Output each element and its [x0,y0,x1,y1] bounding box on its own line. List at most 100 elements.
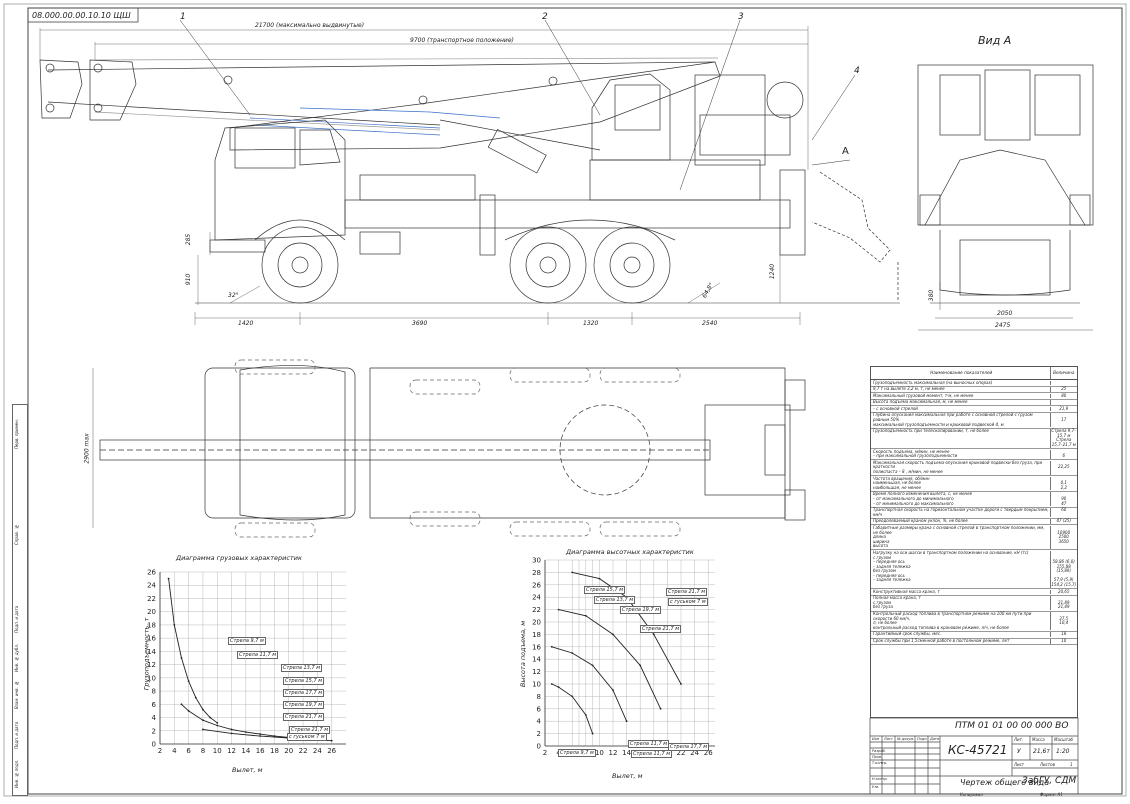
spec-value: 20,65 [1058,588,1070,594]
spec-name: Срок службы при 1,5сменной работе в пост… [871,638,1051,644]
y-tick-label: 4 [537,718,542,726]
mid-outrigger [479,194,496,256]
spec-row: Срок службы при 1,5сменной работе в пост… [871,638,1077,646]
chassis-frame [344,199,791,229]
tb-lit-hdr: Лит. [1014,737,1024,742]
dim-2475: 2475 [995,322,1011,329]
dim-2540: 2540 [702,320,718,327]
data-point [639,664,642,667]
stamp-inv-dubl: Инв. № дубл. [14,643,19,673]
dim-transport: 9700 (транспортное положение) [410,37,514,44]
height-chart-annotation-label: Стрела 13,7 м [594,596,635,604]
data-point [591,664,594,667]
dim-3690: 3690 [412,320,428,327]
data-point [187,680,190,683]
height-chart-annotation-label: Стрела 21,7 м [640,625,681,633]
load-chart-annotation-label: Стрела 9,7 м [228,637,266,645]
y-tick-label: 20 [532,619,541,627]
tb-doc-code: ПТМ 01 01 00 00 000 ВО [955,721,1069,731]
spec-name: – с основной стрелой [871,406,1051,412]
load-chart-annotation-label: Стрела 13,7 м [281,664,322,672]
spec-name: Грузоподъемность максимальная (на выносн… [871,380,1051,386]
data-point [259,733,262,735]
x-tick-label: 16 [256,747,265,755]
rear-outrigger [779,169,806,256]
dim-max-extended: 21700 (максимально выдвинутые) [255,22,365,29]
y-tick-label: 22 [532,606,541,614]
data-point [330,739,333,742]
spec-name: Гарантийный срок службы, мес. [871,632,1051,637]
y-tick-label: 28 [532,569,541,577]
stamp-podp-2: Подп. и дата [14,721,19,749]
data-point [230,732,233,735]
tb-lit: У [1017,748,1021,755]
data-point [180,657,183,659]
cylinder-body [487,128,547,174]
callout-2: 2 [542,12,548,22]
x-tick-label: 26 [327,747,336,755]
callout-3: 3 [738,12,744,22]
x-tick-label: 24 [313,747,322,755]
data-point [202,728,204,731]
spec-name: Максимальная скорость подъема-опускания … [871,460,1051,475]
y-tick-label: 16 [532,643,541,651]
height-chart-annotation-label: Стрела 11,7 м [628,740,669,748]
y-tick-label: 8 [152,688,156,696]
spec-value: 10900 2500 3650 [1057,529,1071,544]
tb-product: КС-45721 [948,743,1008,757]
dim-1420: 1420 [238,320,254,327]
data-point [652,633,655,636]
dim-1320: 1320 [583,320,599,327]
plan-cab [204,367,356,519]
y-tick-label: 6 [152,701,157,709]
rear-fender [504,219,676,241]
data-point [194,696,197,699]
series-line-1 [181,703,289,738]
specs-header-name: Наименование показателей [871,367,1051,379]
spec-row: Частота вращения, об/мин наименьшая, не … [871,476,1077,492]
spec-value: 21,89 21,49 [1058,599,1070,610]
dim-2050: 2050 [997,310,1013,317]
y-tick-label: 24 [532,594,541,602]
series-line-0 [168,578,218,724]
data-point [584,614,587,617]
battery-box [359,231,401,255]
spec-value: 0,1 2,2 [1060,480,1067,490]
spec-name: Контрольный расход топлива в транспортно… [871,611,1051,631]
tb-mass: 21,6т [1033,748,1050,755]
sheave-2 [45,103,55,113]
height-chart-xlabel: Вылет, м [612,772,643,780]
spec-row: Габаритные размеры крана с основной стре… [871,525,1077,551]
callout-1: 1 [180,12,186,22]
x-tick-label: 8 [201,747,205,755]
spec-value [1051,400,1077,405]
height-chart-ylabel: Высота подъема, м [519,620,528,688]
dim-h1240: 1240 [769,263,777,280]
data-point [571,695,574,698]
load-chart-annotation-label: с гуськом 7 м [287,733,327,741]
x-tick-label: 22 [299,747,308,755]
spec-row: Нагрузку на оси шасси в транспортном пол… [871,550,1077,590]
outrigger-swung [811,171,891,263]
tb-data: Дата [930,737,940,741]
y-tick-label: 20 [147,608,156,616]
height-chart-annotation-label: Стрела 19,7 м [620,606,661,614]
spec-value: 90 47 [1061,495,1067,506]
data-point [216,724,219,727]
spec-row: Полная масса крана, т с грузом без груза… [871,595,1077,612]
x-tick-label: 2 [543,749,547,757]
side-stamp-column: Перв. примен. Справ. № Подп. и дата Инв.… [12,404,28,796]
y-tick-label: 26 [532,581,541,589]
spec-name: Время полного изменения вылета, с, не ме… [871,492,1051,507]
data-point [625,720,628,723]
tb-sheets: 1 [1070,762,1073,767]
spec-row: Транспортная скорость на горизонтальном … [871,507,1077,519]
spec-name: 9,7 т на вылете 3,2 м, т, не менее [871,386,1051,392]
data-point [550,683,553,685]
stamp-vzam: Взам. инв. № [14,681,19,709]
y-tick-label: 10 [532,681,541,689]
load-chart-annotation-label: Стрела 17,7 м [283,689,324,697]
stamp-podp-1: Подп. и дата [14,605,19,633]
data-point [259,735,262,737]
boom-transport [229,61,721,151]
